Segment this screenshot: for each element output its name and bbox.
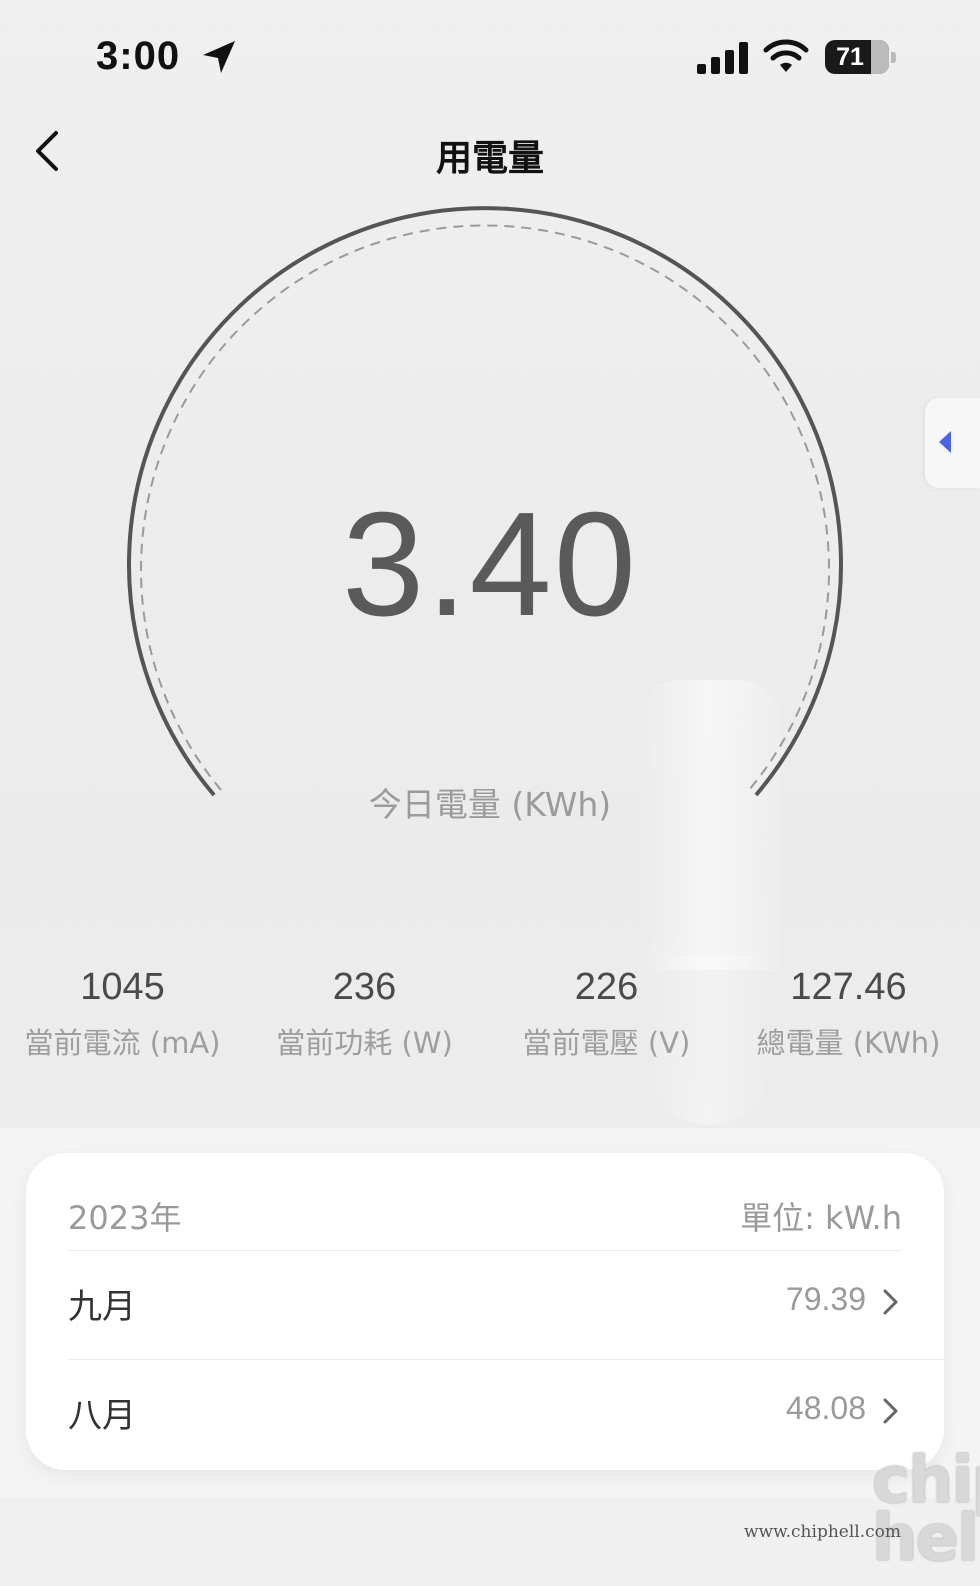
chevron-right-icon [883, 1289, 898, 1315]
side-drawer-tab[interactable] [925, 398, 980, 488]
month-value: 79.39 [785, 1281, 866, 1317]
stat-label: 當前電壓 (V) [522, 1026, 691, 1060]
stats-row: 1045 當前電流 (mA) 236 當前功耗 (W) 226 當前電壓 (V)… [0, 960, 980, 1070]
card-header: 2023年 單位: kW.h [68, 1193, 902, 1243]
today-energy-label: 今日電量 (KWh) [368, 785, 612, 824]
stat-power: 236 當前功耗 (W) [242, 960, 487, 1062]
divider [68, 1250, 902, 1251]
stat-value: 127.46 [790, 966, 907, 1008]
month-name: 八月 [68, 1396, 136, 1436]
stat-current: 1045 當前電流 (mA) [0, 960, 245, 1062]
unit-label: 單位: kW.h [740, 1199, 902, 1237]
monthly-usage-card: 2023年 單位: kW.h 九月 79.39 八月 48.08 [26, 1153, 944, 1470]
month-row[interactable]: 八月 48.08 [68, 1364, 902, 1454]
gauge-arc [127, 206, 843, 797]
divider [68, 1359, 944, 1360]
stat-label: 當前功耗 (W) [276, 1026, 453, 1060]
stat-label: 當前電流 (mA) [24, 1026, 221, 1060]
month-value: 48.08 [785, 1390, 866, 1426]
stat-value: 1045 [80, 966, 165, 1008]
stat-voltage: 226 當前電壓 (V) [484, 960, 729, 1062]
month-row[interactable]: 九月 79.39 [68, 1255, 902, 1345]
energy-gauge: 3.40 今日電量 (KWh) [0, 0, 980, 900]
triangle-left-icon [939, 431, 951, 453]
watermark-logo: chiphell [872, 1444, 980, 1576]
chevron-right-icon [883, 1398, 898, 1424]
stat-value: 226 [574, 966, 639, 1008]
stat-label: 總電量 (KWh) [756, 1026, 941, 1060]
watermark-url: www.chiphell.com [744, 1522, 901, 1542]
stat-total-energy: 127.46 總電量 (KWh) [726, 960, 971, 1062]
month-name: 九月 [68, 1287, 136, 1327]
watermark: chiphell www.chiphell.com [744, 1444, 980, 1586]
stat-value: 236 [332, 966, 397, 1008]
today-energy-value: 3.40 [341, 482, 639, 647]
year-label: 2023年 [68, 1199, 182, 1237]
